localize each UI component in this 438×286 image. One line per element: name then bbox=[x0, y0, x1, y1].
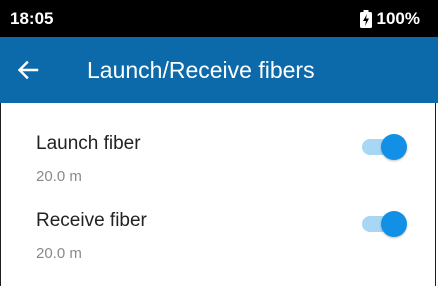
toggle-thumb bbox=[381, 211, 407, 237]
setting-label: Launch fiber bbox=[36, 133, 141, 154]
battery-charging-icon bbox=[359, 10, 372, 28]
arrow-back-icon bbox=[17, 60, 39, 80]
page-title: Launch/Receive fibers bbox=[87, 57, 315, 83]
status-time: 18:05 bbox=[10, 9, 54, 28]
battery-percent: 100% bbox=[376, 9, 420, 28]
setting-value: 20.0 m bbox=[36, 245, 82, 262]
battery-indicator: 100% bbox=[359, 9, 420, 29]
receive-fiber-toggle[interactable] bbox=[358, 209, 412, 239]
setting-label: Receive fiber bbox=[36, 210, 147, 231]
setting-value: 20.0 m bbox=[36, 168, 82, 185]
setting-row-launch-fiber[interactable]: Launch fiber 20.0 m bbox=[0, 120, 438, 200]
status-bar: 18:05 100% bbox=[0, 0, 438, 37]
setting-row-receive-fiber[interactable]: Receive fiber 20.0 m bbox=[0, 197, 438, 277]
launch-fiber-toggle[interactable] bbox=[358, 132, 412, 162]
app-bar: Launch/Receive fibers bbox=[0, 37, 438, 103]
back-button[interactable] bbox=[12, 54, 44, 86]
toggle-thumb bbox=[381, 134, 407, 160]
